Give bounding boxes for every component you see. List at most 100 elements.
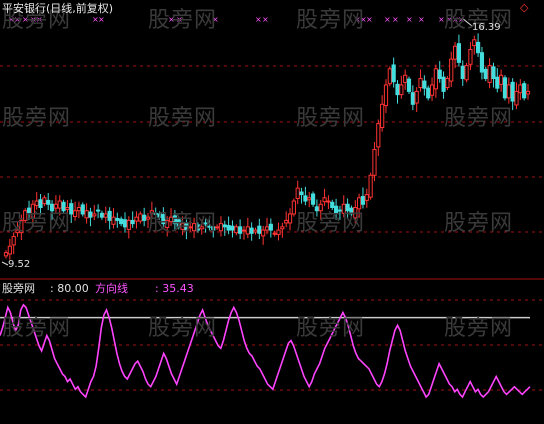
candle-body (99, 212, 105, 218)
candle-body (429, 84, 435, 96)
candle-body (7, 245, 12, 255)
series-name: 方向线 (95, 282, 128, 295)
candle-body (422, 80, 427, 89)
candle-body (234, 226, 239, 234)
candle-body (491, 66, 496, 79)
diamond-icon[interactable]: ◇ (520, 2, 528, 14)
watermark: 股旁网 (148, 8, 218, 33)
indicator-level-value: : 80.00 (50, 282, 89, 295)
candle-body (284, 219, 289, 224)
candle-body (514, 90, 519, 106)
candle-body (42, 197, 47, 205)
candle-body (499, 74, 504, 85)
candle-body (522, 83, 527, 99)
candle-body (261, 229, 266, 237)
candle-body (441, 76, 446, 92)
series-value: : 35.43 (155, 282, 194, 295)
candle-body (518, 84, 523, 94)
candle-body (241, 229, 247, 232)
low-price-label: 9.52 (8, 259, 31, 270)
watermark: 股旁网 (2, 316, 72, 341)
watermark: 股旁网 (444, 316, 514, 341)
candle-body (103, 213, 108, 218)
watermark: 股旁网 (2, 106, 72, 131)
candle-body (249, 227, 254, 234)
candle-body (245, 226, 250, 235)
candle-body (310, 193, 316, 205)
candle-body (410, 92, 415, 105)
candle-body (506, 84, 511, 99)
candle-body (218, 223, 224, 232)
candle-body (418, 78, 423, 89)
watermark: 股旁网 (148, 106, 218, 131)
candle-body (238, 226, 243, 234)
candle-body (268, 223, 273, 231)
candle-body (449, 58, 454, 82)
candle-body (272, 232, 277, 235)
candle-body (138, 213, 143, 222)
candle-body (495, 76, 500, 89)
candle-body (253, 229, 258, 233)
candle-body (456, 43, 462, 63)
candle-body (291, 200, 296, 215)
candle-body (476, 41, 481, 54)
candle-body (479, 52, 485, 73)
candle-body (399, 84, 404, 96)
candle-body (433, 68, 438, 90)
candle-body (88, 211, 93, 218)
candle-body (76, 207, 82, 212)
candle-body (483, 68, 488, 80)
candle-body (276, 229, 281, 236)
candle-body (3, 252, 9, 257)
candle-body (115, 217, 120, 221)
candle-body (426, 87, 431, 99)
candle-body (226, 225, 231, 231)
watermark: 股旁网 (444, 106, 514, 131)
candle-body (295, 187, 300, 199)
candle-body (303, 195, 308, 202)
marker-x: × (98, 15, 105, 24)
candle-body (525, 90, 531, 95)
candle-body (360, 196, 366, 205)
candle-body (460, 65, 465, 80)
candle-body (257, 225, 262, 234)
marker-x: × (262, 15, 269, 24)
watermark: 股旁网 (148, 316, 218, 341)
watermark: 股旁网 (296, 316, 366, 341)
candle-body (383, 84, 389, 107)
candle-body (322, 197, 327, 203)
top-markers: × × × × × × × × × × × × × × × × × × × × × × × (8, 15, 465, 24)
watermark: 股旁网 (148, 211, 218, 236)
candle-body (307, 197, 312, 201)
candle-body (264, 226, 270, 231)
candle-body (395, 83, 400, 96)
candle-body (403, 74, 408, 83)
candle-body (299, 191, 304, 196)
candle-body (142, 214, 147, 221)
candle-body (111, 216, 116, 225)
watermark: 股旁网 (296, 106, 366, 131)
marker-x: × (418, 15, 425, 24)
candle-body (126, 219, 131, 230)
candle-body (134, 216, 139, 222)
candle-body (107, 210, 112, 221)
candle-body (122, 219, 128, 228)
candle-body (287, 213, 293, 224)
candle-body (468, 48, 473, 65)
watermark: 股旁网 (296, 8, 366, 33)
candle-body (445, 78, 450, 89)
candle-body (222, 224, 227, 228)
candle-body (326, 200, 331, 203)
marker-x: × (392, 15, 399, 24)
marker-x: × (406, 15, 413, 24)
indicator-name: 股旁网 (2, 282, 35, 295)
candle-body (472, 39, 477, 47)
candle-body (437, 69, 442, 79)
candle-body (84, 210, 89, 219)
candle-body (46, 199, 51, 205)
candle-body (11, 236, 16, 246)
candle-body (380, 103, 385, 129)
candle-body (130, 219, 135, 225)
marker-x: × (255, 15, 262, 24)
candle-body (364, 194, 369, 201)
